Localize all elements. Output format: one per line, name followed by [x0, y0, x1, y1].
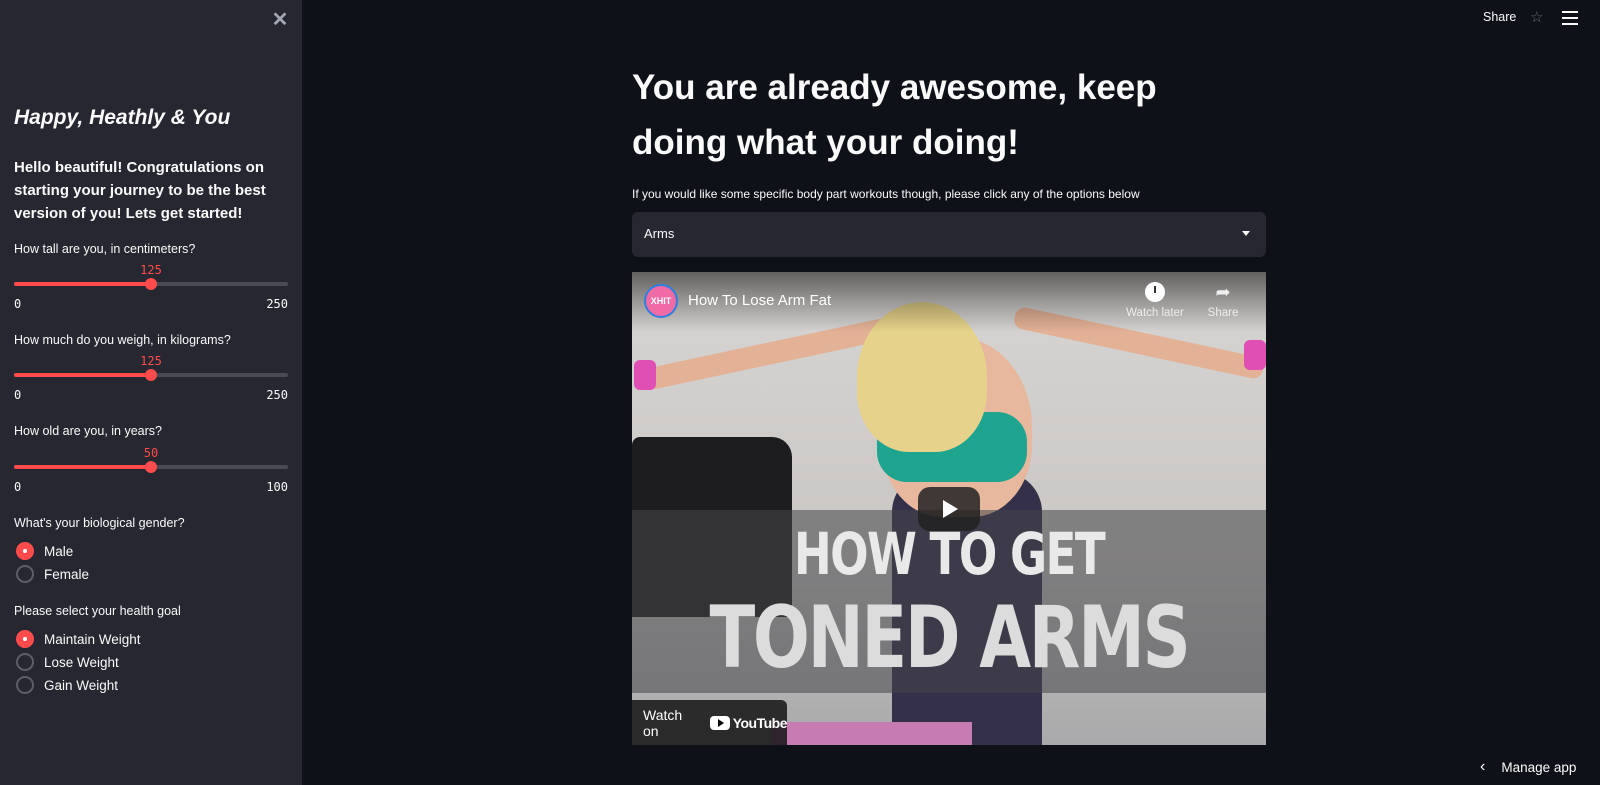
- height-slider[interactable]: 125 0 250: [14, 263, 288, 313]
- youtube-wordmark: YouTube: [732, 714, 788, 731]
- video-share-label: Share: [1207, 307, 1239, 319]
- goal-radio-gain[interactable]: Gain Weight: [16, 675, 118, 695]
- hamburger-menu-icon[interactable]: [1562, 11, 1578, 25]
- select-value: Arms: [644, 226, 675, 241]
- age-slider-fill: [14, 465, 151, 469]
- weight-slider-thumb[interactable]: [145, 369, 157, 381]
- chevron-left-icon: ‹: [1480, 758, 1486, 775]
- gender-option-label: Male: [44, 543, 74, 559]
- gender-radio-female[interactable]: Female: [16, 564, 89, 584]
- age-slider-value: 50: [143, 446, 159, 460]
- share-arrow-icon: ➦: [1215, 282, 1231, 302]
- thumbnail-mat: [772, 722, 972, 745]
- clock-icon: [1145, 282, 1165, 302]
- goal-option-label: Maintain Weight: [44, 631, 141, 647]
- weight-slider-label: How much do you weigh, in kilograms?: [14, 333, 231, 347]
- watch-later-button[interactable]: Watch later: [1120, 282, 1190, 319]
- height-slider-fill: [14, 282, 151, 286]
- weight-slider-min: 0: [14, 388, 22, 402]
- weight-slider-fill: [14, 373, 151, 377]
- weight-slider[interactable]: 125 0 250: [14, 354, 288, 404]
- age-slider-thumb[interactable]: [145, 461, 157, 473]
- sidebar-title: Happy, Heathly & You: [14, 106, 231, 129]
- age-slider-label: How old are you, in years?: [14, 424, 162, 438]
- sidebar: ✕ Happy, Heathly & You Hello beautiful! …: [0, 0, 302, 785]
- goal-option-label: Gain Weight: [44, 677, 119, 693]
- goal-radio-maintain[interactable]: Maintain Weight: [16, 629, 141, 649]
- watch-later-label: Watch later: [1126, 307, 1184, 319]
- gender-radio-male[interactable]: Male: [16, 541, 73, 561]
- weight-slider-max: 250: [266, 388, 288, 402]
- age-slider-min: 0: [14, 480, 22, 494]
- body-part-select[interactable]: Arms: [632, 212, 1266, 257]
- radio-checked-icon: [16, 630, 34, 648]
- thumbnail-text-line2: TONED ARMS: [709, 588, 1190, 688]
- channel-avatar[interactable]: XHIT: [644, 284, 678, 318]
- video-title[interactable]: How To Lose Arm Fat: [688, 292, 831, 309]
- page-subtitle: If you would like some specific body par…: [632, 187, 1140, 201]
- gender-option-label: Female: [44, 566, 90, 582]
- video-share-button[interactable]: ➦ Share: [1198, 282, 1248, 319]
- close-sidebar-icon[interactable]: ✕: [270, 10, 290, 30]
- youtube-embed[interactable]: HOW TO GET TONED ARMS XHIT How To Lose A…: [632, 272, 1266, 745]
- star-icon[interactable]: ☆: [1530, 8, 1543, 26]
- goal-radio-lose[interactable]: Lose Weight: [16, 652, 119, 672]
- radio-unchecked-icon: [16, 653, 34, 671]
- radio-checked-icon: [16, 542, 34, 560]
- watch-on-label: Watch on: [643, 706, 683, 739]
- youtube-icon: [710, 715, 730, 730]
- age-slider-max: 100: [266, 480, 288, 494]
- radio-unchecked-icon: [16, 676, 34, 694]
- play-button[interactable]: [918, 487, 980, 531]
- height-slider-min: 0: [14, 297, 22, 311]
- chevron-down-icon: [1242, 231, 1250, 236]
- goal-label: Please select your health goal: [14, 604, 181, 618]
- age-slider[interactable]: 50 0 100: [14, 446, 288, 496]
- manage-app-button[interactable]: ‹ Manage app: [1480, 758, 1576, 776]
- goal-option-label: Lose Weight: [44, 654, 119, 670]
- thumbnail-dumbbell-left: [634, 360, 656, 390]
- radio-unchecked-icon: [16, 565, 34, 583]
- weight-slider-value: 125: [140, 354, 162, 368]
- height-slider-thumb[interactable]: [145, 278, 157, 290]
- thumbnail-dumbbell-right: [1244, 340, 1266, 370]
- share-button[interactable]: Share: [1483, 10, 1516, 24]
- height-slider-value: 125: [140, 263, 162, 277]
- height-slider-label: How tall are you, in centimeters?: [14, 242, 196, 256]
- sidebar-intro: Hello beautiful! Congratulations on star…: [14, 159, 266, 222]
- page-title: You are already awesome, keep doing what…: [632, 68, 1157, 162]
- height-slider-max: 250: [266, 297, 288, 311]
- watch-on-youtube-button[interactable]: Watch on YouTube: [632, 700, 788, 745]
- gender-label: What's your biological gender?: [14, 516, 185, 530]
- manage-app-label: Manage app: [1501, 759, 1577, 775]
